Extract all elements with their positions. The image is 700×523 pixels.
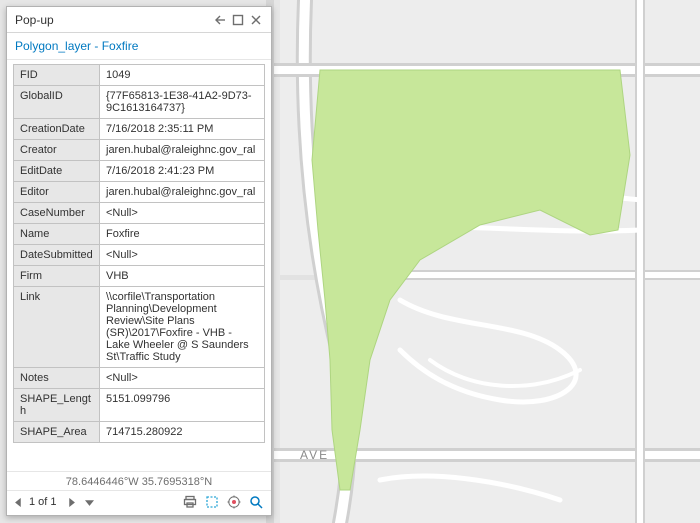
zoom-icon[interactable] [247,493,265,511]
attr-value: 7/16/2018 2:41:23 PM [100,161,265,182]
attr-value: <Null> [100,368,265,389]
table-row: CaseNumber<Null> [14,203,265,224]
flash-icon[interactable] [225,493,243,511]
table-row: SHAPE_Length5151.099796 [14,389,265,422]
road-label-ave: AVE [300,448,329,462]
attr-value: jaren.hubal@raleighnc.gov_ral [100,140,265,161]
attr-value: 714715.280922 [100,422,265,443]
attr-key: SHAPE_Area [14,422,100,443]
attr-key: Editor [14,182,100,203]
attr-value: Foxfire [100,224,265,245]
attr-value: 5151.099796 [100,389,265,422]
close-icon[interactable] [247,11,265,29]
attr-key: CaseNumber [14,203,100,224]
attr-key: CreationDate [14,119,100,140]
dock-icon[interactable] [211,11,229,29]
popup-panel: Pop-up Polygon_layer - Foxfire FID1049Gl… [6,6,272,516]
table-row: GlobalID{77F65813-1E38-41A2-9D73-9C16131… [14,86,265,119]
table-row: Editorjaren.hubal@raleighnc.gov_ral [14,182,265,203]
attr-value: 7/16/2018 2:35:11 PM [100,119,265,140]
next-feature-button[interactable] [65,494,79,510]
table-row: Creatorjaren.hubal@raleighnc.gov_ral [14,140,265,161]
popup-coords: 78.6446446°W 35.7695318°N [7,471,271,490]
attribute-table-wrap: FID1049GlobalID{77F65813-1E38-41A2-9D73-… [7,60,271,471]
attr-value: <Null> [100,245,265,266]
popup-footer: 1 of 1 [7,490,271,515]
feature-menu-button[interactable] [83,494,97,510]
popup-titlebar[interactable]: Pop-up [7,7,271,33]
attr-key: SHAPE_Length [14,389,100,422]
feature-counter: 1 of 1 [29,496,57,508]
popup-title: Pop-up [15,13,211,27]
attr-key: DateSubmitted [14,245,100,266]
table-row: CreationDate7/16/2018 2:35:11 PM [14,119,265,140]
attr-value: 1049 [100,65,265,86]
attr-value: jaren.hubal@raleighnc.gov_ral [100,182,265,203]
table-row: DateSubmitted<Null> [14,245,265,266]
popup-subtitle: Polygon_layer - Foxfire [7,33,271,60]
attr-value: \\corfile\Transportation Planning\Develo… [100,287,265,368]
attr-key: Firm [14,266,100,287]
table-row: SHAPE_Area714715.280922 [14,422,265,443]
table-row: Link\\corfile\Transportation Planning\De… [14,287,265,368]
attr-key: Link [14,287,100,368]
attr-key: GlobalID [14,86,100,119]
attr-key: Name [14,224,100,245]
table-row: FID1049 [14,65,265,86]
maximize-icon[interactable] [229,11,247,29]
table-row: Notes<Null> [14,368,265,389]
select-icon[interactable] [203,493,221,511]
attr-value: {77F65813-1E38-41A2-9D73-9C1613164737} [100,86,265,119]
attr-value: VHB [100,266,265,287]
attr-value: <Null> [100,203,265,224]
attr-key: Creator [14,140,100,161]
table-row: EditDate7/16/2018 2:41:23 PM [14,161,265,182]
prev-feature-button[interactable] [11,494,25,510]
attribute-table: FID1049GlobalID{77F65813-1E38-41A2-9D73-… [13,64,265,443]
table-row: FirmVHB [14,266,265,287]
attr-key: Notes [14,368,100,389]
table-row: NameFoxfire [14,224,265,245]
attr-key: EditDate [14,161,100,182]
attr-key: FID [14,65,100,86]
print-icon[interactable] [181,493,199,511]
